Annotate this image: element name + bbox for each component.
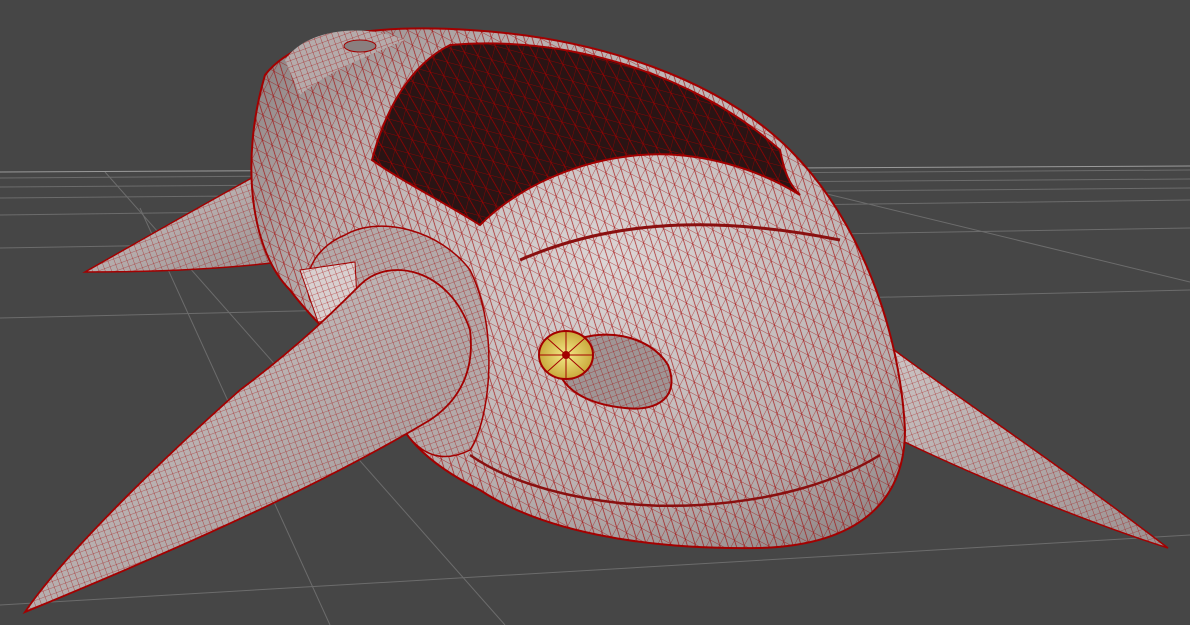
scene-canvas[interactable] [0, 0, 1190, 625]
spaceship-model[interactable] [22, 27, 1169, 614]
eye-icon [538, 330, 594, 380]
fin-front-left [22, 269, 472, 614]
fin-back-left [82, 166, 281, 273]
3d-viewport[interactable] [0, 0, 1190, 625]
